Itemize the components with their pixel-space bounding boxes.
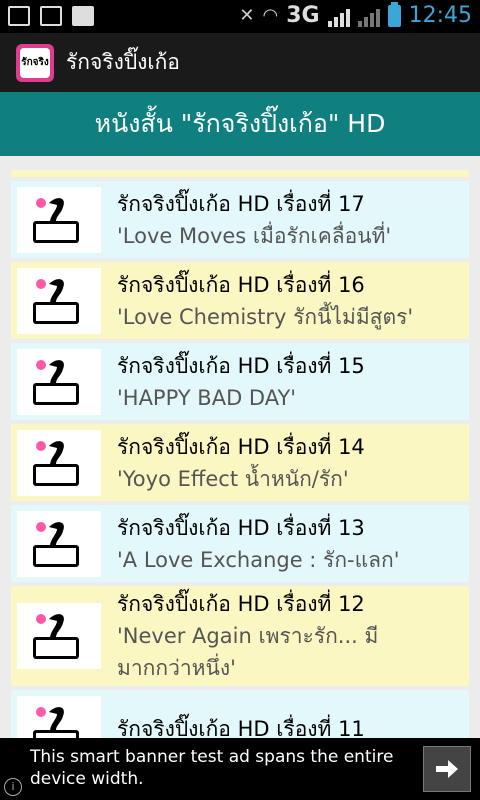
item-subtitle: 'Never Again เพราะรัก... มีมากกว่าหนึ่ง' (117, 624, 379, 680)
image-icon (40, 6, 62, 26)
logo-icon (33, 521, 79, 567)
facebook-icon (72, 6, 94, 26)
item-subtitle: 'A Love Exchange : รัก-แลก' (117, 547, 400, 572)
list-item[interactable]: รักจริงปิ๊งเก้อ HD เรื่องที่ 16 'Love Ch… (11, 262, 469, 339)
signal-no-service-icon (357, 5, 380, 27)
ad-info-icon[interactable]: i (4, 778, 22, 796)
logo-icon (33, 359, 79, 405)
battery-icon (387, 1, 401, 27)
mute-icon: ✕ (239, 5, 255, 26)
video-list: รักจริงปิ๊งเก้อ HD เรื่องที่ 17 'Love Mo… (11, 170, 469, 738)
ad-banner[interactable]: This smart banner test ad spans the enti… (0, 738, 480, 800)
item-subtitle: 'Love Moves เมื่อรักเคลื่อนที่' (117, 223, 392, 248)
thumbnail-logo (17, 695, 101, 738)
item-title: รักจริงปิ๊งเก้อ HD เรื่องที่ 16 (117, 272, 365, 297)
network-type: 3G (286, 3, 320, 28)
page-header: หนังสั้น "รักจริงปิ๊งเก้อ" HD (0, 92, 480, 156)
item-title: รักจริงปิ๊งเก้อ HD เรื่องที่ 13 (117, 515, 365, 540)
item-subtitle: 'Love Chemistry รักนี้ไม่มีสูตร' (117, 304, 414, 329)
ad-arrow-button[interactable] (423, 746, 471, 792)
logo-icon (33, 278, 79, 324)
arrow-right-icon (436, 760, 458, 778)
system-icons: ✕ ◠ 3G 12:45 (239, 1, 472, 28)
action-bar: รักจริง รักจริงปิ๊งเก้อ (0, 33, 480, 92)
thumbnail-logo (17, 186, 101, 253)
item-title: รักจริงปิ๊งเก้อ HD เรื่องที่ 17 (117, 191, 365, 216)
logo-icon (33, 614, 79, 659)
item-title: รักจริงปิ๊งเก้อ HD เรื่องที่ 12 (117, 592, 365, 616)
list-item[interactable]: รักจริงปิ๊งเก้อ HD เรื่องที่ 13 'A Love … (11, 505, 469, 582)
list-item[interactable]: รักจริงปิ๊งเก้อ HD เรื่องที่ 15 'HAPPY B… (11, 343, 469, 420)
app-title: รักจริงปิ๊งเก้อ (66, 50, 180, 74)
clock: 12:45 (408, 3, 472, 28)
wifi-icon: ◠ (262, 5, 279, 26)
item-subtitle: 'HAPPY BAD DAY' (117, 385, 297, 410)
logo-icon (33, 440, 79, 486)
list-item[interactable]: รักจริงปิ๊งเก้อ HD เรื่องที่ 14 'Yoyo Ef… (11, 424, 469, 501)
app-icon[interactable]: รักจริง (16, 43, 54, 82)
thumbnail-logo (17, 348, 101, 415)
list-item[interactable]: รักจริงปิ๊งเก้อ HD เรื่องที่ 17 'Love Mo… (11, 181, 469, 258)
item-title: รักจริงปิ๊งเก้อ HD เรื่องที่ 11 (117, 716, 365, 739)
thumbnail-logo (17, 267, 101, 334)
item-title: รักจริงปิ๊งเก้อ HD เรื่องที่ 15 (117, 353, 365, 378)
item-subtitle: 'Yoyo Effect น้ำหนัก/รัก' (117, 466, 349, 491)
thumbnail-logo (17, 603, 101, 669)
notification-icons (8, 6, 94, 26)
ad-text: This smart banner test ad spans the enti… (30, 747, 394, 789)
list-item-partial (11, 170, 469, 177)
status-bar: ✕ ◠ 3G 12:45 (0, 0, 480, 33)
thumbnail-logo (17, 429, 101, 496)
signal-icon (327, 5, 350, 27)
thumbnail-logo (17, 510, 101, 577)
logo-icon (33, 706, 79, 738)
list-item[interactable]: รักจริงปิ๊งเก้อ HD เรื่องที่ 12 'Never A… (11, 586, 469, 686)
download-icon (8, 6, 30, 26)
app-icon-label: รักจริง (20, 47, 50, 78)
item-title: รักจริงปิ๊งเก้อ HD เรื่องที่ 14 (117, 434, 365, 459)
logo-icon (33, 197, 79, 243)
list-item[interactable]: รักจริงปิ๊งเก้อ HD เรื่องที่ 11 (11, 690, 469, 738)
